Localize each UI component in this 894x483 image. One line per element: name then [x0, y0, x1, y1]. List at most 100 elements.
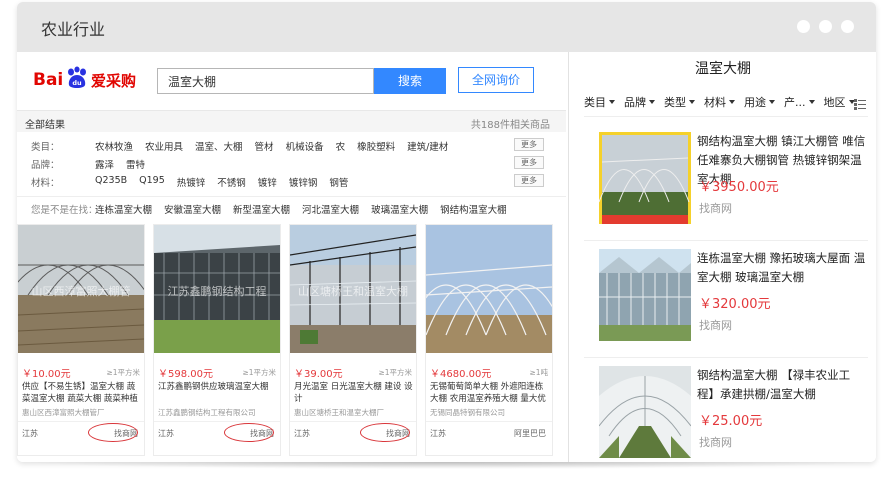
filter-option[interactable]: 雷特 — [126, 157, 145, 171]
product-card[interactable]: ￥4680.00元 ≥1吨 无锡葡萄简单大棚 外遮阳连栋大棚 农用温室养殖大棚 … — [425, 224, 553, 456]
filter-label: 品牌： — [31, 160, 60, 171]
chevron-down-icon — [729, 100, 735, 104]
product-grid: 山区西漳富照大棚管 ￥10.00元 ≥1平方米 供应【不易生锈】温室大棚 蔬菜温… — [17, 224, 566, 462]
filter-option[interactable]: 橡胶塑料 — [357, 139, 395, 153]
filter-dropdown[interactable]: 类目 — [584, 94, 615, 110]
logo-bai: Bai — [33, 70, 64, 90]
window-title: 农业行业 — [41, 20, 106, 39]
paw-icon: du — [65, 66, 89, 90]
filter-option[interactable]: 热镀锌 — [177, 175, 206, 189]
card-divider — [290, 421, 416, 422]
list-item[interactable]: 连栋温室大棚 豫拓玻璃大屋面 温室大棚 玻璃温室大棚 ￥320.00元 找商网 — [584, 249, 868, 361]
filter-option[interactable]: 温室、大棚 — [195, 139, 243, 153]
item-divider — [584, 240, 868, 241]
window-dot-1[interactable] — [797, 20, 810, 33]
product-card[interactable]: 江苏鑫鹏钢结构工程 ￥598.00元 ≥1平方米 江苏鑫鹏钢供应玻璃温室大棚 江… — [153, 224, 281, 456]
filter-dropdown[interactable]: 类型 — [664, 94, 695, 110]
chevron-down-icon — [689, 100, 695, 104]
suggestion-link[interactable]: 钢结构温室大棚 — [440, 202, 507, 216]
product-card[interactable]: 山区西漳富照大棚管 ￥10.00元 ≥1平方米 供应【不易生锈】温室大棚 蔬菜温… — [17, 224, 145, 456]
list-item[interactable]: 钢结构温室大棚 镇江大棚管 唯信任难寨负大棚钢管 热镀锌钢架温室大棚 ￥3950… — [584, 132, 868, 244]
highlight-circle — [88, 423, 138, 442]
page-title: 温室大棚 — [695, 61, 751, 77]
suggestion-link[interactable]: 安徽温室大棚 — [164, 202, 221, 216]
all-results-tab[interactable]: 全部结果 — [25, 116, 65, 131]
suggestion-link[interactable]: 玻璃温室大棚 — [371, 202, 428, 216]
product-source[interactable]: 找商网 — [699, 200, 732, 216]
filter-option[interactable]: 镀锌钢 — [289, 175, 318, 189]
filter-option[interactable]: 不锈钢 — [217, 175, 246, 189]
filter-dropdown[interactable]: 产... — [784, 94, 815, 110]
product-card[interactable]: 山区塘桥王和温室大棚 ￥39.00元 ≥1平方米 月光温室 日光温室大棚 建设 … — [289, 224, 417, 456]
chevron-down-icon — [649, 100, 655, 104]
title-bar: 农业行业 — [17, 2, 876, 52]
filter-option[interactable]: 农林牧渔 — [95, 139, 133, 153]
filter-option[interactable]: Q195 — [139, 175, 165, 189]
logo-aicaigou: 爱采购 — [91, 72, 137, 90]
filter-dropdown[interactable]: 地区 — [824, 94, 855, 110]
window-dot-2[interactable] — [819, 20, 832, 33]
filter-option[interactable]: 机械设备 — [286, 139, 324, 153]
product-company[interactable]: 惠山区西漳富照大棚管厂 — [22, 407, 142, 418]
product-image[interactable]: 山区塘桥王和温室大棚 — [290, 225, 416, 353]
product-price: ￥25.00元 — [699, 414, 763, 429]
filter-option[interactable]: 农 — [336, 139, 346, 153]
more-button[interactable]: 更多 — [514, 174, 544, 187]
product-source[interactable]: 阿里巴巴 — [514, 428, 546, 439]
filter-option[interactable]: 露泽 — [95, 157, 114, 171]
filter-option[interactable]: 农业用具 — [145, 139, 183, 153]
filter-dropdown[interactable]: 用途 — [744, 94, 775, 110]
product-title[interactable]: 月光温室 日光温室大棚 建设 设计 — [294, 381, 414, 405]
product-title[interactable]: 连栋温室大棚 豫拓玻璃大屋面 温室大棚 玻璃温室大棚 — [697, 249, 867, 287]
filter-dropdown-label: 用途 — [744, 96, 766, 109]
product-unit: ≥1平方米 — [106, 368, 140, 377]
product-title[interactable]: 无锡葡萄简单大棚 外遮阳连栋大棚 农用温室养殖大棚 量大优惠 — [430, 381, 550, 405]
product-source[interactable]: 找商网 — [699, 434, 732, 450]
card-divider — [18, 421, 144, 422]
product-company[interactable]: 无锡同晶特钢有限公司 — [430, 407, 550, 418]
filter-material: 材料： Q235B Q195 热镀锌 不锈钢 镀锌 镀锌钢 钢管 更多 — [17, 172, 566, 190]
window-dot-3[interactable] — [841, 20, 854, 33]
search-input[interactable]: 温室大棚 — [157, 68, 374, 94]
filter-option[interactable]: 镀锌 — [258, 175, 277, 189]
more-button[interactable]: 更多 — [514, 156, 544, 169]
app-window: 农业行业 Bai du 爱采购 温室大棚 搜索 全网询价 全部结果 共188件相… — [17, 2, 876, 462]
list-item[interactable]: 钢结构温室大棚 【禄丰农业工程】承建拱棚/温室大棚 ￥25.00元 找商网 — [584, 366, 868, 462]
product-thumbnail[interactable] — [599, 132, 691, 224]
filter-category: 类目： 农林牧渔 农业用具 温室、大棚 管材 机械设备 农 橡胶塑料 建筑/建材… — [17, 136, 566, 154]
image-watermark: 山区塘桥王和温室大棚 — [298, 285, 408, 298]
product-image[interactable] — [426, 225, 552, 353]
search-button[interactable]: 搜索 — [374, 68, 446, 94]
product-price: ￥39.00元 — [294, 369, 343, 380]
product-title[interactable]: 钢结构温室大棚 【禄丰农业工程】承建拱棚/温室大棚 — [697, 366, 867, 404]
product-thumbnail[interactable] — [599, 366, 691, 458]
list-view-icon[interactable] — [854, 95, 866, 110]
image-watermark: 山区西漳富照大棚管 — [31, 285, 131, 298]
logo-du: du — [72, 79, 82, 87]
quote-button[interactable]: 全网询价 — [458, 67, 534, 93]
product-image[interactable]: 山区西漳富照大棚管 — [18, 225, 144, 353]
filter-option[interactable]: 钢管 — [329, 175, 348, 189]
product-company[interactable]: 惠山区塘桥王和温室大棚厂 — [294, 407, 414, 418]
product-title[interactable]: 供应【不易生锈】温室大棚 蔬菜温室大棚 蔬菜大棚 蔬菜种植大棚 — [22, 381, 142, 405]
filter-dropdown[interactable]: 品牌 — [624, 94, 655, 110]
suggestion-link[interactable]: 连栋温室大棚 — [95, 202, 152, 216]
more-button[interactable]: 更多 — [514, 138, 544, 151]
filter-dropdown-label: 产... — [784, 96, 806, 109]
filter-dropdown[interactable]: 材料 — [704, 94, 735, 110]
product-source[interactable]: 找商网 — [699, 317, 732, 333]
product-thumbnail[interactable] — [599, 249, 691, 341]
mobile-panel: 温室大棚 类目 品牌 类型 材料 用途 产... 地区 钢结构温室大棚 镇江大棚… — [570, 52, 876, 462]
product-title[interactable]: 江苏鑫鹏钢供应玻璃温室大棚 — [158, 381, 278, 405]
product-company[interactable]: 江苏鑫鹏钢结构工程有限公司 — [158, 407, 278, 418]
baidu-aicaigou-logo[interactable]: Bai du 爱采购 — [33, 64, 143, 94]
suggestion-link[interactable]: 河北温室大棚 — [302, 202, 359, 216]
filter-option[interactable]: 建筑/建材 — [407, 139, 448, 153]
filter-label: 类目： — [31, 142, 60, 153]
filter-option[interactable]: 管材 — [255, 139, 274, 153]
results-bar: 全部结果 共188件相关商品 — [17, 110, 566, 132]
suggestion-link[interactable]: 新型温室大棚 — [233, 202, 290, 216]
filter-option[interactable]: Q235B — [95, 175, 127, 189]
product-image[interactable]: 江苏鑫鹏钢结构工程 — [154, 225, 280, 353]
highlight-circle — [360, 423, 410, 442]
